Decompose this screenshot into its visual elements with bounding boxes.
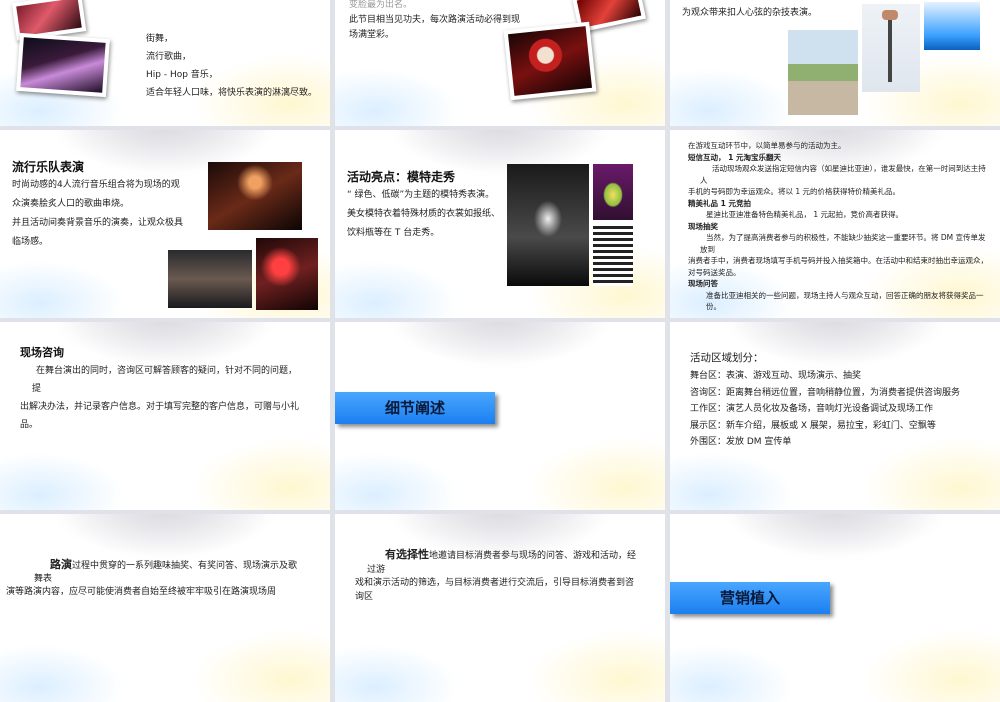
slide-roadshow: 路演过程中贯穿的一系列趣味抽奖、有奖问答、现场演示及歌 舞表 演等路演内容，应尽… — [0, 514, 330, 702]
slide-marketing: 营销植入 — [670, 514, 1000, 702]
interaction-text: 在游戏互动环节中，以简单易参与的活动为主。 短信互动， 1 元淘宝乐翻天 活动现… — [688, 141, 988, 311]
roadshow-text: 路演过程中贯穿的一系列趣味抽奖、有奖问答、现场演示及歌 舞表 演等路演内容，应尽… — [6, 558, 298, 597]
roadshow-bold: 路演 — [50, 558, 72, 571]
slide-details-section: 细节阐述 — [335, 322, 665, 510]
consultation-title: 现场咨询 — [20, 346, 64, 359]
model-show-text: “ 绿色、低碳”为主题的模特秀表演。 美女模特衣着特殊材质的衣裳如报纸、 饮料瓶… — [347, 190, 501, 238]
opera-photo-large — [503, 21, 597, 101]
slide-interaction: 在游戏互动环节中，以简单易参与的活动为主。 短信互动， 1 元淘宝乐翻天 活动现… — [670, 130, 1000, 318]
band-photo-live — [256, 238, 318, 310]
band-photo-stage — [208, 162, 302, 230]
acrobat-photo-stage — [924, 2, 980, 50]
zone-planning-title: 活动区域划分： — [690, 352, 764, 364]
model-photo-main — [507, 164, 589, 286]
slide-zone-planning: 活动区域划分： 舞台区：表演、游戏互动、现场演示、抽奖 咨询区：距离舞台稍远位置… — [670, 322, 1000, 510]
acrobatics-text: 为观众带来扣人心弦的杂技表演。 — [682, 8, 818, 18]
selective-bold: 有选择性 — [385, 548, 429, 561]
slide-face-changing: 变脸最为出名。 此节目相当见功夫，每次路演活动必得到现 场满堂彩。 — [335, 0, 665, 126]
band-photo-group — [168, 250, 252, 308]
slide-selective: 有选择性地邀请目标消费者参与现场的问答、游戏和活动，经 过游 戏和演示活动的筛选… — [335, 514, 665, 702]
slide-acrobatics: 为观众带来扣人心弦的杂技表演。 — [670, 0, 1000, 126]
acrobat-photo-outdoor — [788, 30, 858, 115]
acrobat-photo-poles — [862, 4, 920, 92]
model-show-title: 活动亮点：模特走秀 — [347, 170, 456, 184]
slide-consultation: 现场咨询 在舞台演出的同时，咨询区可解答顾客的疑问，针对不同的问题， 提 出解决… — [0, 322, 330, 510]
band-text: 时尚动感的4人流行音乐组合将为现场的观 众演奏脍炙人口的歌曲串烧。 并且活动间奏… — [12, 180, 184, 247]
street-dance-text: 街舞， 流行歌曲， Hip - Hop 音乐， 适合年轻人口味，将快乐表演的淋漓… — [146, 34, 318, 98]
slide-model-show: 活动亮点：模特走秀 “ 绿色、低碳”为主题的模特秀表演。 美女模特衣着特殊材质的… — [335, 130, 665, 318]
consultation-text: 在舞台演出的同时，咨询区可解答顾客的疑问，针对不同的问题， 提 出解决办法，并记… — [20, 366, 300, 430]
slide-band: 流行乐队表演 时尚动感的4人流行音乐组合将为现场的观 众演奏脍炙人口的歌曲串烧。… — [0, 130, 330, 318]
model-photo-yellow — [593, 164, 633, 220]
dance-photo-bottom — [16, 32, 110, 98]
details-section-button[interactable]: 细节阐述 — [335, 392, 495, 424]
model-photo-stripes — [593, 224, 633, 286]
marketing-button[interactable]: 营销植入 — [670, 582, 830, 614]
slide-street-dance: 街舞， 流行歌曲， Hip - Hop 音乐， 适合年轻人口味，将快乐表演的淋漓… — [0, 0, 330, 126]
zone-planning-list: 舞台区：表演、游戏互动、现场演示、抽奖 咨询区：距离舞台稍远位置，音响稍静位置，… — [690, 371, 961, 447]
band-title: 流行乐队表演 — [12, 160, 85, 174]
selective-text: 有选择性地邀请目标消费者参与现场的问答、游戏和活动，经 过游 戏和演示活动的筛选… — [355, 548, 637, 602]
